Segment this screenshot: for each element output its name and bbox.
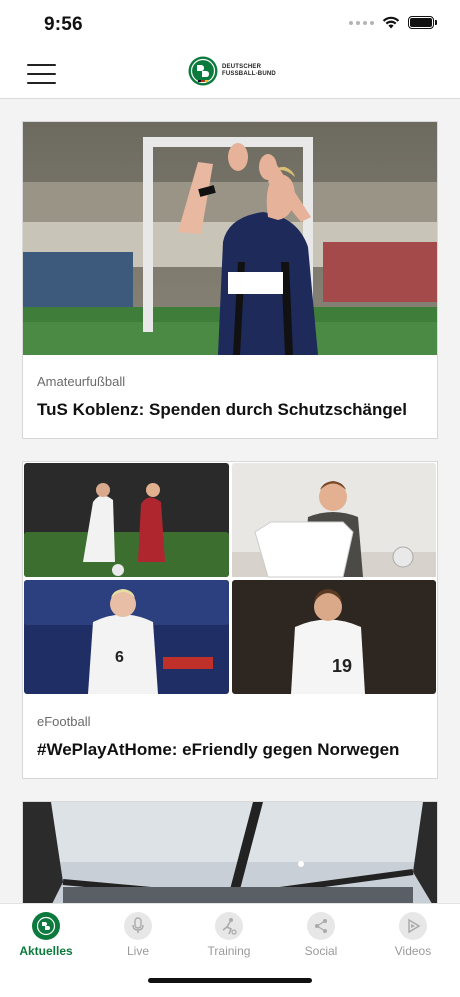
article-category: Amateurfußball — [37, 374, 126, 389]
dfb-logo: DEUTSCHER FUSSBALL-BUND — [188, 56, 276, 86]
battery-icon — [408, 16, 437, 29]
tab-label: Training — [207, 944, 251, 958]
photo-player-applauding — [23, 122, 437, 355]
player-icon — [215, 912, 243, 940]
svg-text:19: 19 — [332, 656, 352, 676]
tab-training[interactable]: Training — [184, 912, 274, 958]
app-header: DEUTSCHER FUSSBALL-BUND — [0, 50, 460, 99]
logo-line1: DEUTSCHER — [222, 64, 262, 70]
article-title[interactable]: TuS Koblenz: Spenden durch Schutzschänge… — [37, 399, 417, 421]
article-image — [23, 802, 437, 904]
share-icon — [307, 912, 335, 940]
photo-stadium-roof — [23, 802, 437, 904]
status-bar: 9:56 — [0, 0, 460, 50]
status-time: 9:56 — [44, 14, 83, 35]
tab-social[interactable]: Social — [276, 912, 366, 958]
svg-text:6: 6 — [115, 649, 124, 666]
dfb-logo-icon — [32, 912, 60, 940]
tab-label: Aktuelles — [19, 944, 73, 958]
tab-label: Social — [304, 944, 338, 958]
tab-label: Live — [126, 944, 149, 958]
play-icon — [399, 912, 427, 940]
microphone-icon — [124, 912, 152, 940]
news-card[interactable] — [22, 801, 438, 904]
article-title[interactable]: #WePlayAtHome: eFriendly gegen Norwegen — [37, 739, 417, 761]
signal-icon — [349, 20, 374, 25]
article-image-collage: 6 19 — [23, 462, 437, 695]
home-indicator[interactable] — [148, 978, 312, 983]
news-feed[interactable]: Amateurfußball TuS Koblenz: Spenden durc… — [0, 99, 460, 904]
tab-live[interactable]: Live — [93, 912, 183, 958]
news-card[interactable]: 6 19 eFootball #WePlayAtHome: eFriendly … — [22, 461, 438, 779]
tab-videos[interactable]: Videos — [368, 912, 458, 958]
article-image — [23, 122, 437, 355]
news-card[interactable]: Amateurfußball TuS Koblenz: Spenden durc… — [22, 121, 438, 439]
menu-button[interactable] — [27, 64, 56, 85]
tab-aktuelles[interactable]: Aktuelles — [1, 912, 91, 958]
article-category: eFootball — [37, 714, 91, 729]
dfb-emblem-icon — [188, 56, 218, 86]
status-icons — [349, 16, 437, 29]
wifi-icon — [382, 16, 400, 29]
logo-line2: FUSSBALL-BUND — [222, 71, 276, 77]
photo-collage-four-players: 6 19 — [24, 463, 436, 694]
tab-label: Videos — [394, 944, 432, 958]
